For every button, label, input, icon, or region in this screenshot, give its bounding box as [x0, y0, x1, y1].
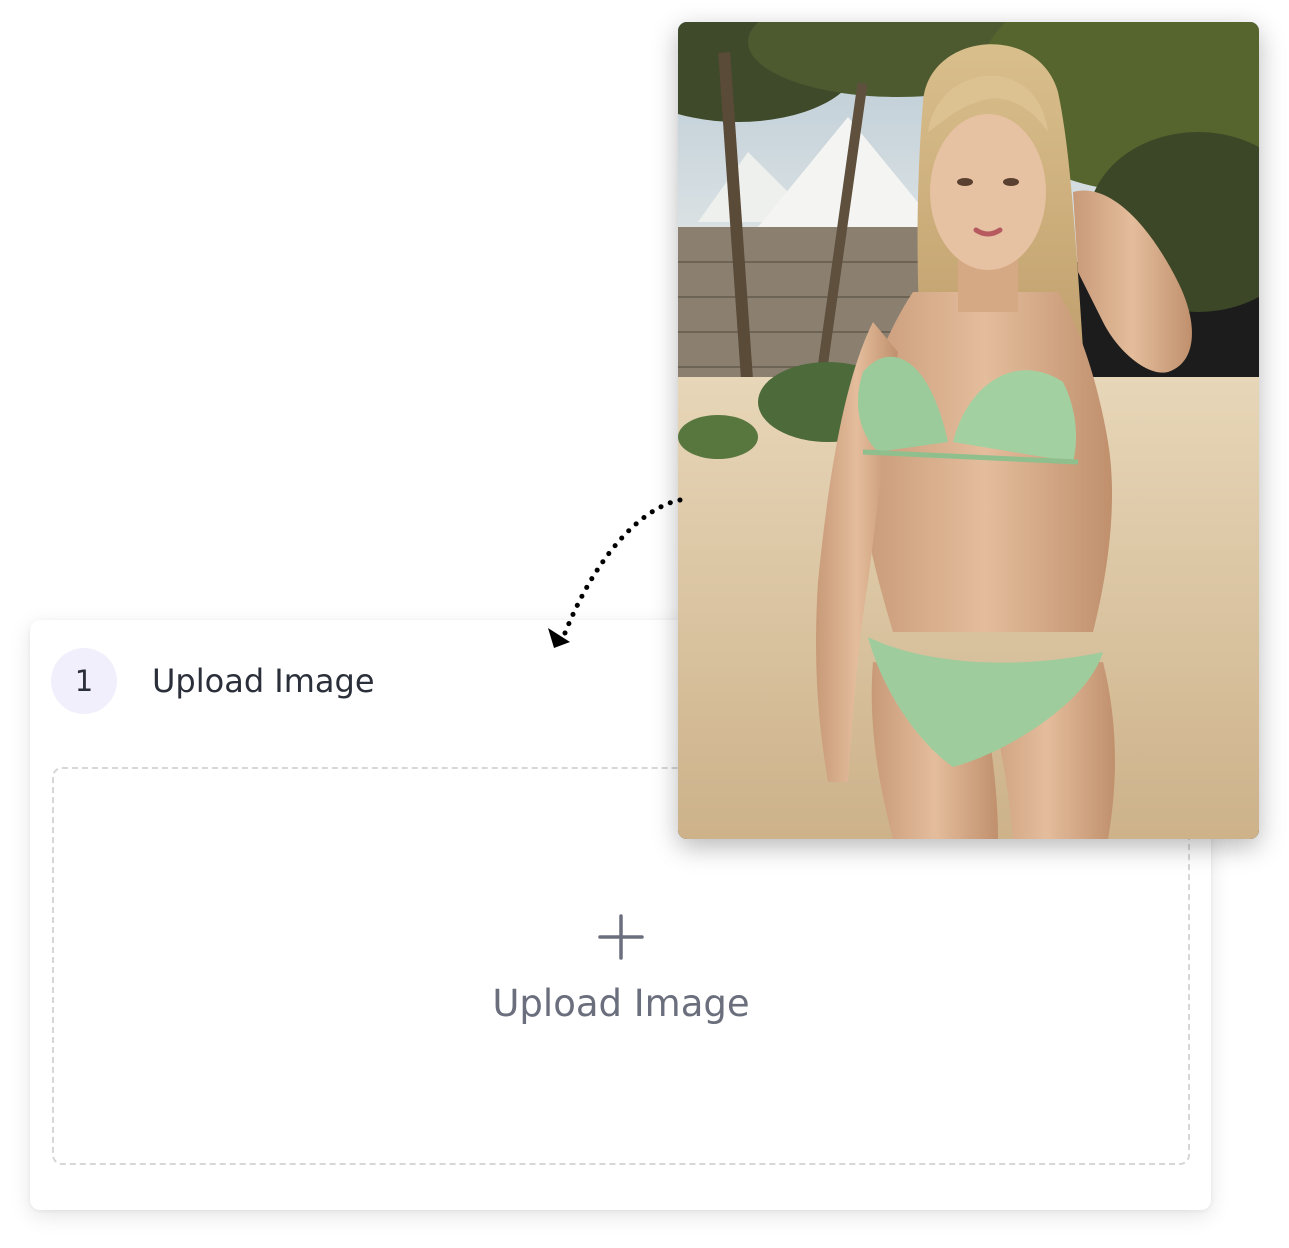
- dotted-arrow-icon: [548, 497, 683, 648]
- plus-icon: [598, 913, 644, 960]
- step-title: Upload Image: [152, 662, 375, 700]
- step-number-badge: 1: [51, 648, 117, 714]
- dropzone-label: Upload Image: [492, 981, 750, 1025]
- example-photo: [678, 22, 1259, 839]
- upload-demo-stage: 1 Upload Image Upload Image: [0, 0, 1289, 1248]
- beach-photo-illustration: [678, 22, 1259, 839]
- step-header: 1 Upload Image: [51, 648, 375, 714]
